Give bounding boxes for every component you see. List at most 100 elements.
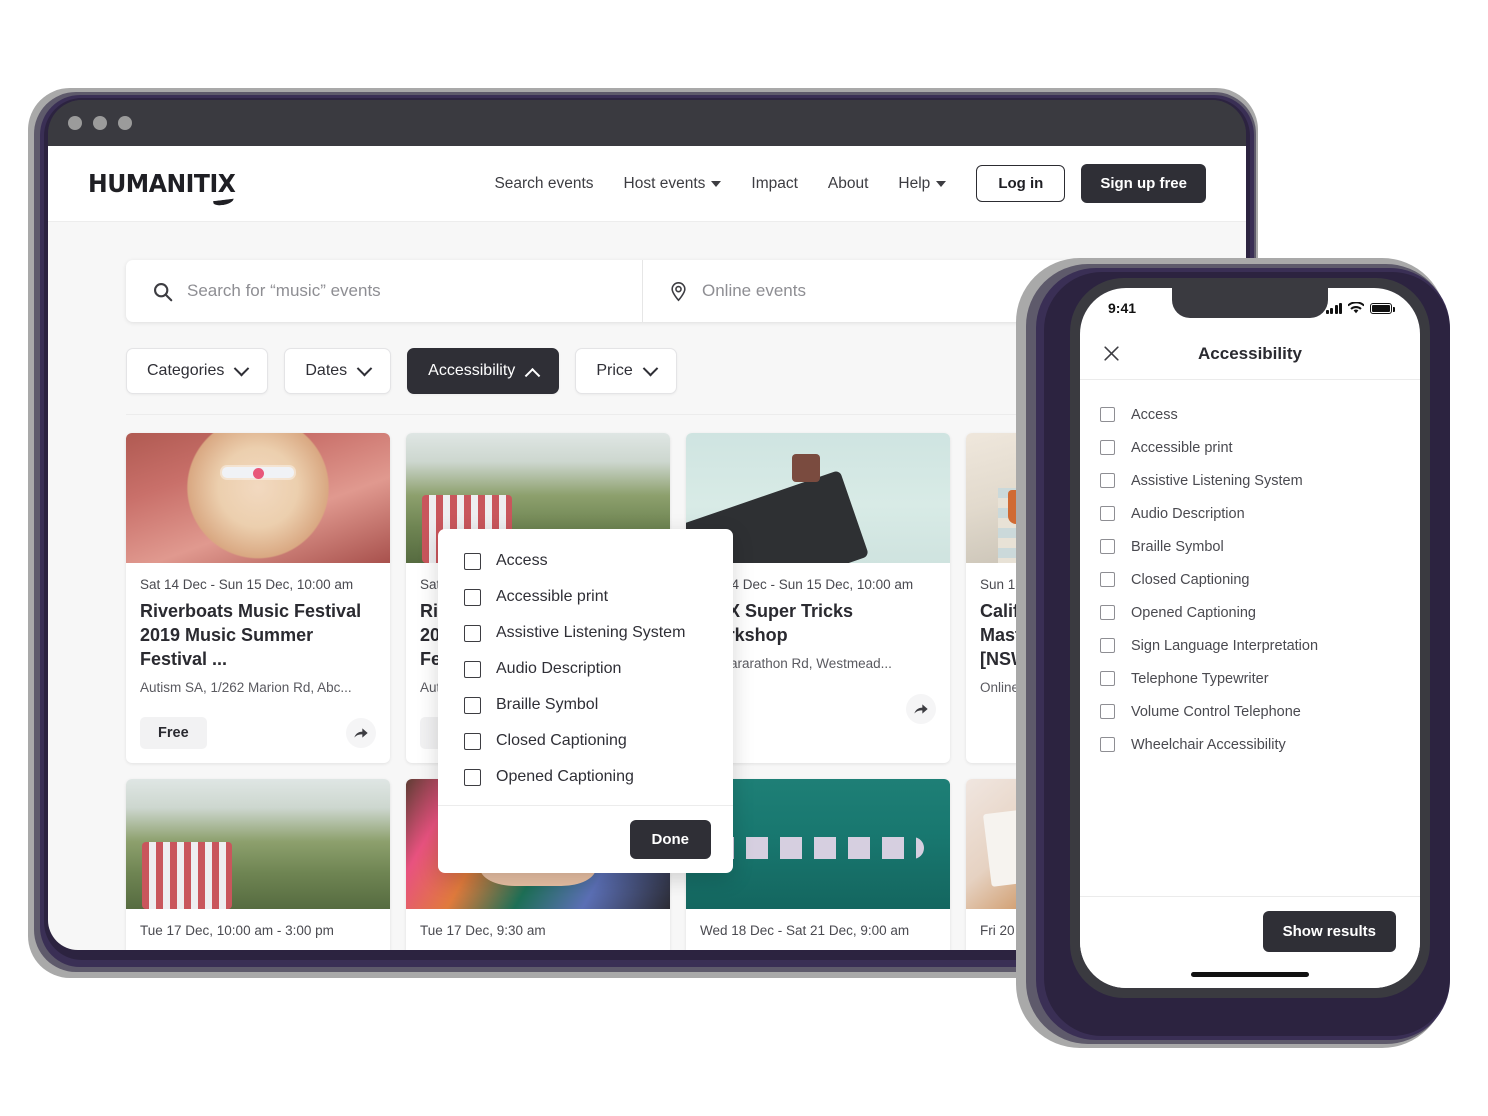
- event-card[interactable]: Sat 14 Dec - Sun 15 Dec, 10:00 am Riverb…: [126, 433, 390, 764]
- share-button[interactable]: [346, 718, 376, 749]
- dropdown-option-assistive-listening-system[interactable]: Assistive Listening System: [438, 615, 733, 651]
- filter-categories[interactable]: Categories: [126, 348, 269, 394]
- signup-button[interactable]: Sign up free: [1081, 164, 1206, 203]
- location-input[interactable]: Online events: [702, 281, 806, 301]
- share-button[interactable]: [906, 694, 936, 725]
- login-button[interactable]: Log in: [976, 165, 1066, 202]
- checkbox-icon[interactable]: [1100, 671, 1115, 686]
- site-header: HUMANITIX Search events Host events Impa…: [48, 146, 1246, 222]
- event-venue: Autism SA, 1/262 Marion Rd, Abc...: [140, 680, 352, 696]
- nav-label: About: [827, 174, 869, 192]
- dropdown-option-braille-symbol[interactable]: Braille Symbol: [438, 687, 733, 723]
- option-label: Sign Language Interpretation: [1131, 637, 1319, 654]
- chevron-down-icon: [711, 180, 722, 187]
- checkbox-icon[interactable]: [464, 624, 481, 642]
- checkbox-icon[interactable]: [1100, 440, 1115, 455]
- option-label: Opened Captioning: [496, 768, 634, 785]
- chevron-down-icon: [642, 360, 659, 376]
- filter-dates[interactable]: Dates: [284, 348, 392, 394]
- option-label: Closed Captioning: [1131, 571, 1250, 588]
- checkbox-icon[interactable]: [1100, 407, 1115, 422]
- phone-option-accessible-print[interactable]: Accessible print: [1100, 431, 1400, 464]
- event-date: Tue 17 Dec, 10:00 am - 3:00 pm: [140, 923, 334, 939]
- chevron-down-icon: [234, 360, 250, 376]
- checkbox-icon[interactable]: [464, 660, 481, 678]
- status-indicators: [1325, 302, 1395, 314]
- screenshot-stage: HUMANITIX Search events Host events Impa…: [0, 0, 1488, 1116]
- show-results-button[interactable]: Show results: [1262, 911, 1396, 952]
- checkbox-icon[interactable]: [1100, 605, 1115, 620]
- map-pin-icon: [671, 281, 686, 301]
- option-label: Closed Captioning: [496, 732, 627, 749]
- nav-label: Host events: [623, 174, 706, 192]
- filter-label: Categories: [147, 362, 225, 379]
- event-date: Sat 14 Dec - Sun 15 Dec, 10:00 am: [700, 577, 914, 592]
- checkbox-icon[interactable]: [1100, 572, 1115, 587]
- filter-label: Price: [596, 362, 633, 379]
- event-title[interactable]: BMX Super Tricks Workshop: [700, 599, 936, 647]
- checkbox-icon[interactable]: [464, 696, 481, 714]
- phone-option-volume-control-telephone[interactable]: Volume Control Telephone: [1100, 695, 1400, 728]
- checkbox-icon[interactable]: [464, 732, 481, 750]
- filter-price[interactable]: Price: [575, 348, 677, 394]
- event-card[interactable]: Tue 17 Dec, 10:00 am - 3:00 pm: [126, 779, 390, 950]
- checkbox-icon[interactable]: [1100, 539, 1115, 554]
- nav-label: Help: [898, 174, 931, 192]
- option-label: Assistive Listening System: [496, 624, 686, 641]
- phone-option-braille-symbol[interactable]: Braille Symbol: [1100, 530, 1400, 563]
- checkbox-icon[interactable]: [1100, 704, 1115, 719]
- phone-option-access[interactable]: Access: [1100, 398, 1400, 431]
- filter-bar: Categories Dates Accessibility Price: [48, 322, 1246, 394]
- option-label: Accessible print: [496, 588, 609, 605]
- event-card-body: Sat 14 Dec - Sun 15 Dec, 10:00 am Riverb…: [126, 563, 390, 705]
- checkbox-icon[interactable]: [1100, 506, 1115, 521]
- dropdown-footer: Done: [438, 805, 733, 873]
- dropdown-option-accessible-print[interactable]: Accessible print: [438, 579, 733, 615]
- checkbox-icon[interactable]: [464, 768, 481, 786]
- maximize-dot[interactable]: [118, 116, 132, 130]
- checkbox-icon[interactable]: [1100, 473, 1115, 488]
- phone-option-opened-captioning[interactable]: Opened Captioning: [1100, 596, 1400, 629]
- dropdown-option-audio-description[interactable]: Audio Description: [438, 651, 733, 687]
- nav-item-impact[interactable]: Impact: [751, 175, 798, 193]
- checkbox-icon[interactable]: [464, 588, 481, 606]
- dropdown-option-access[interactable]: Access: [438, 543, 733, 579]
- checkbox-icon[interactable]: [1100, 638, 1115, 653]
- phone-option-telephone-typewriter[interactable]: Telephone Typewriter: [1100, 662, 1400, 695]
- event-card-body: Tue 17 Dec, 9:30 am: [406, 909, 670, 950]
- phone-option-assistive-listening-system[interactable]: Assistive Listening System: [1100, 464, 1400, 497]
- wifi-icon: [1348, 302, 1364, 314]
- phone-option-closed-captioning[interactable]: Closed Captioning: [1100, 563, 1400, 596]
- nav-item-help[interactable]: Help: [898, 174, 947, 193]
- search-input-group[interactable]: Search for “music” events: [126, 260, 642, 322]
- close-dot[interactable]: [68, 116, 82, 130]
- event-date: Tue 17 Dec, 9:30 am: [420, 923, 546, 939]
- dropdown-option-closed-captioning[interactable]: Closed Captioning: [438, 723, 733, 759]
- search-input[interactable]: Search for “music” events: [187, 281, 381, 301]
- filter-accessibility[interactable]: Accessibility: [407, 348, 560, 394]
- phone-option-wheelchair-accessibility[interactable]: Wheelchair Accessibility: [1100, 728, 1400, 761]
- nav-item-about[interactable]: About: [828, 175, 869, 193]
- logo-text: HUMANITIX: [88, 169, 236, 198]
- event-card-body: Tue 17 Dec, 10:00 am - 3:00 pm: [126, 909, 390, 950]
- option-label: Assistive Listening System: [1131, 472, 1303, 489]
- phone-option-sign-language-interpretation[interactable]: Sign Language Interpretation: [1100, 629, 1400, 662]
- nav-item-host-events[interactable]: Host events: [624, 175, 722, 193]
- minimize-dot[interactable]: [93, 116, 107, 130]
- event-title[interactable]: Riverboats Music Festival 2019 Music Sum…: [140, 599, 376, 671]
- price-badge: Free: [140, 717, 207, 750]
- option-label: Braille Symbol: [1131, 538, 1224, 555]
- search-bar: Search for “music” events Online events: [126, 260, 1166, 322]
- done-button[interactable]: Done: [629, 820, 711, 859]
- event-image: [126, 779, 390, 910]
- nav-item-search-events[interactable]: Search events: [494, 175, 593, 193]
- phone-option-audio-description[interactable]: Audio Description: [1100, 497, 1400, 530]
- event-venue: 24 Mararathon Rd, Westmead...: [700, 656, 892, 672]
- event-date: Sat 14 Dec - Sun 15 Dec, 10:00 am: [140, 577, 354, 592]
- humanitix-logo[interactable]: HUMANITIX: [88, 169, 236, 207]
- dropdown-option-opened-captioning[interactable]: Opened Captioning: [438, 759, 733, 795]
- checkbox-icon[interactable]: [1100, 737, 1115, 752]
- checkbox-icon[interactable]: [464, 552, 481, 570]
- status-time: 9:41: [1108, 300, 1137, 316]
- search-icon: [154, 282, 173, 301]
